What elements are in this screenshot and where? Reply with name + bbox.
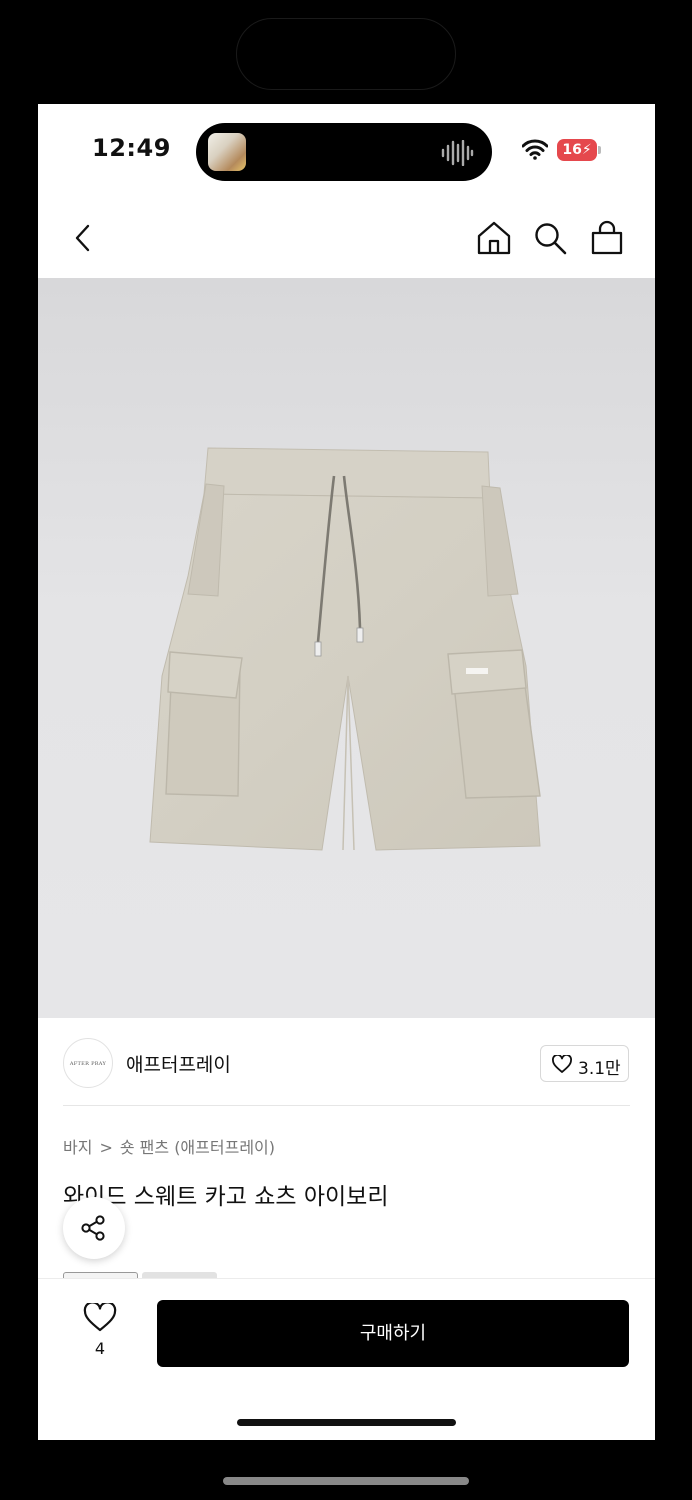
section-divider [63,1105,630,1106]
wishlist-count: 4 [94,1339,106,1358]
back-icon[interactable] [66,220,102,256]
breadcrumb-separator: > [99,1138,113,1157]
breadcrumb-category[interactable]: 바지 [63,1134,92,1158]
home-icon[interactable] [476,220,512,256]
buy-button[interactable]: 구매하기 [157,1300,629,1367]
product-image[interactable] [38,278,655,1018]
wishlist-heart-icon[interactable] [82,1303,118,1333]
status-time: 12:49 [92,134,171,162]
top-nav-bar [38,204,655,276]
home-indicator[interactable] [237,1419,456,1426]
device-home-bar [223,1477,469,1485]
battery-level: 16 [562,142,582,158]
device-camera-notch [236,18,456,90]
battery-nub [598,146,601,154]
status-bar: 12:49 16⚡ [38,104,655,194]
audio-waveform-icon [441,140,474,166]
bottom-action-bar: 4 구매하기 [38,1278,655,1440]
brand-like-count: 3.1만 [578,1059,621,1079]
shopping-bag-icon[interactable] [589,220,625,256]
share-icon [81,1215,105,1241]
heart-outline-icon [552,1055,572,1073]
phone-screen: 12:49 16⚡ AFTER PRAY 애프터프레이 3.1만 바지 > 숏 … [38,104,655,1440]
wifi-icon [522,139,548,160]
share-button[interactable] [63,1197,125,1259]
battery-indicator: 16⚡ [557,139,597,161]
dynamic-island[interactable] [196,123,492,181]
brand-logo[interactable]: AFTER PRAY [63,1038,113,1088]
cargo-shorts-illustration [149,447,541,851]
brand-like-button[interactable]: 3.1만 [540,1045,629,1082]
search-icon[interactable] [532,220,568,256]
breadcrumb-subcategory[interactable]: 숏 팬츠 (애프터프레이) [120,1134,275,1158]
now-playing-artwork [208,133,246,171]
brand-name[interactable]: 애프터프레이 [126,1050,231,1077]
breadcrumb: 바지 > 숏 팬츠 (애프터프레이) [63,1134,275,1158]
brand-row: AFTER PRAY 애프터프레이 3.1만 [38,1018,655,1108]
